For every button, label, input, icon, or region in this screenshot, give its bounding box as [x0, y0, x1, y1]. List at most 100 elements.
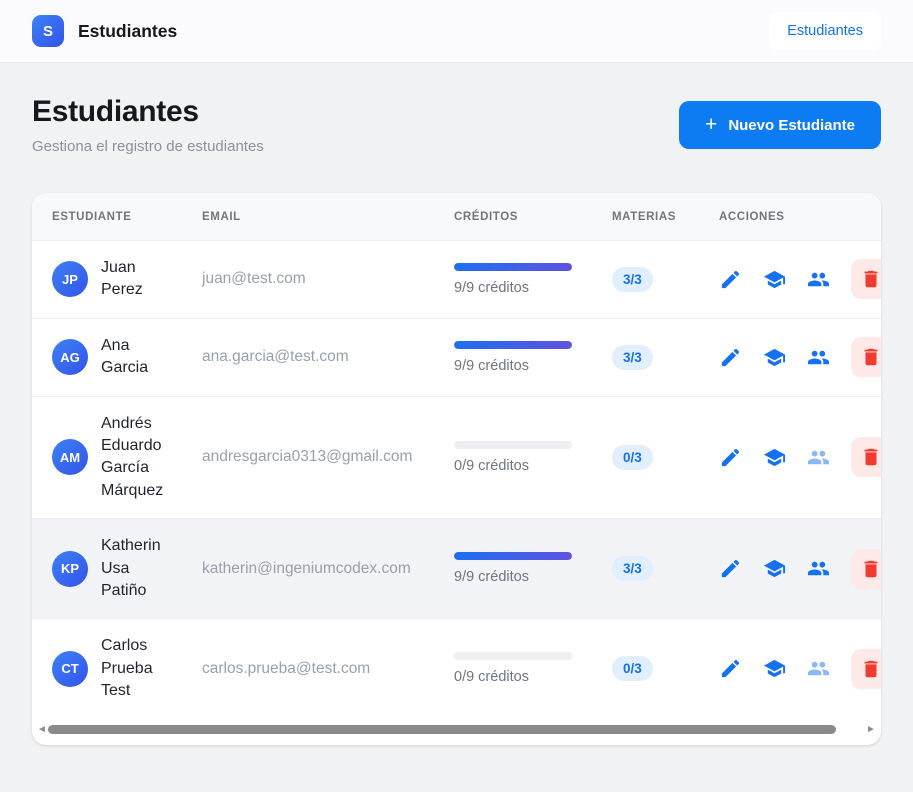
delete-student-button[interactable]	[851, 549, 881, 589]
student-cell: AG Ana Garcia	[32, 318, 202, 396]
email-cell: carlos.prueba@test.com	[202, 619, 454, 719]
edit-student-button[interactable]	[719, 268, 742, 291]
nav-estudiantes-button[interactable]: Estudiantes	[769, 12, 881, 50]
email-cell: juan@test.com	[202, 241, 454, 319]
student-avatar: CT	[52, 651, 88, 687]
delete-student-button[interactable]	[851, 649, 881, 689]
page-subtitle: Gestiona el registro de estudiantes	[32, 138, 264, 155]
email-cell: katherin@ingeniumcodex.com	[202, 519, 454, 619]
delete-student-button[interactable]	[851, 437, 881, 477]
column-header-materias: MATERIAS	[612, 193, 719, 241]
edit-student-button[interactable]	[719, 657, 742, 680]
new-student-button[interactable]: + Nuevo Estudiante	[679, 101, 881, 149]
graduation-cap-icon	[763, 557, 786, 580]
credits-cell: 0/9 créditos	[454, 396, 612, 519]
credits-cell: 9/9 créditos	[454, 519, 612, 619]
student-cell: AM Andrés Eduardo García Márquez	[32, 396, 202, 519]
materias-badge: 3/3	[612, 556, 653, 581]
student-email: andresgarcia0313@gmail.com	[202, 448, 412, 465]
groups-button[interactable]	[807, 268, 830, 291]
credits-label: 9/9 créditos	[454, 569, 604, 585]
graduation-cap-icon	[763, 346, 786, 369]
scroll-left-arrow-icon[interactable]: ◄	[36, 725, 48, 735]
trash-icon	[860, 446, 881, 468]
scroll-right-arrow-icon[interactable]: ►	[865, 725, 877, 735]
materias-badge: 3/3	[612, 345, 653, 370]
groups-button[interactable]	[807, 557, 830, 580]
delete-student-button[interactable]	[851, 259, 881, 299]
table-header: ESTUDIANTE EMAIL CRÉDITOS MATERIAS ACCIO…	[32, 193, 881, 241]
people-icon	[807, 268, 830, 291]
app-title: Estudiantes	[78, 21, 177, 42]
actions-cell	[719, 318, 881, 396]
column-header-email: EMAIL	[202, 193, 454, 241]
trash-icon	[860, 658, 881, 680]
people-icon	[807, 557, 830, 580]
student-avatar: JP	[52, 261, 88, 297]
groups-button[interactable]	[807, 657, 830, 680]
subjects-button[interactable]	[763, 268, 786, 291]
column-header-estudiante: ESTUDIANTE	[32, 193, 202, 241]
column-header-creditos: CRÉDITOS	[454, 193, 612, 241]
actions-cell	[719, 619, 881, 719]
page-header: Estudiantes Gestiona el registro de estu…	[32, 95, 881, 155]
credits-label: 0/9 créditos	[454, 669, 604, 685]
credits-progress-track	[454, 441, 572, 449]
materias-badge: 0/3	[612, 656, 653, 681]
main-content: Estudiantes Gestiona el registro de estu…	[0, 63, 913, 745]
pencil-icon	[719, 657, 742, 680]
student-name: Katherin Usa Patiño	[101, 535, 173, 602]
horizontal-scrollbar-track[interactable]	[48, 724, 865, 735]
delete-student-button[interactable]	[851, 337, 881, 377]
credits-label: 0/9 créditos	[454, 458, 604, 474]
credits-progress-track	[454, 263, 572, 271]
new-student-button-label: Nuevo Estudiante	[728, 117, 855, 134]
student-email: juan@test.com	[202, 270, 306, 287]
student-row: KP Katherin Usa Patiño katherin@ingenium…	[32, 519, 881, 619]
subjects-button[interactable]	[763, 657, 786, 680]
edit-student-button[interactable]	[719, 346, 742, 369]
materias-cell: 0/3	[612, 619, 719, 719]
subjects-button[interactable]	[763, 557, 786, 580]
actions-cell	[719, 241, 881, 319]
subjects-button[interactable]	[763, 346, 786, 369]
groups-button[interactable]	[807, 346, 830, 369]
student-cell: JP Juan Perez	[32, 241, 202, 319]
app-logo-icon: S	[32, 15, 64, 47]
horizontal-scrollbar-thumb[interactable]	[48, 725, 836, 734]
trash-icon	[860, 268, 881, 290]
student-email: carlos.prueba@test.com	[202, 660, 370, 677]
people-icon	[807, 446, 830, 469]
credits-label: 9/9 créditos	[454, 358, 604, 374]
edit-student-button[interactable]	[719, 557, 742, 580]
materias-badge: 3/3	[612, 267, 653, 292]
subjects-button[interactable]	[763, 446, 786, 469]
app-header: S Estudiantes Estudiantes	[0, 0, 913, 63]
people-icon	[807, 657, 830, 680]
materias-cell: 3/3	[612, 241, 719, 319]
pencil-icon	[719, 346, 742, 369]
student-avatar: AM	[52, 439, 88, 475]
students-table-body: JP Juan Perez juan@test.com 9/9 créditos…	[32, 241, 881, 719]
materias-cell: 0/3	[612, 396, 719, 519]
actions-cell	[719, 396, 881, 519]
student-email: ana.garcia@test.com	[202, 348, 349, 365]
horizontal-scrollbar: ◄ ►	[36, 722, 877, 737]
groups-button[interactable]	[807, 446, 830, 469]
actions-cell	[719, 519, 881, 619]
people-icon	[807, 346, 830, 369]
student-cell: KP Katherin Usa Patiño	[32, 519, 202, 619]
email-cell: ana.garcia@test.com	[202, 318, 454, 396]
trash-icon	[860, 558, 881, 580]
student-name: Juan Perez	[101, 257, 173, 302]
student-avatar: AG	[52, 339, 88, 375]
credits-cell: 0/9 créditos	[454, 619, 612, 719]
edit-student-button[interactable]	[719, 446, 742, 469]
column-header-acciones: ACCIONES	[719, 193, 881, 241]
credits-progress-track	[454, 341, 572, 349]
table-scroll-viewport: ESTUDIANTE EMAIL CRÉDITOS MATERIAS ACCIO…	[32, 193, 881, 718]
student-row: JP Juan Perez juan@test.com 9/9 créditos…	[32, 241, 881, 319]
student-row: AG Ana Garcia ana.garcia@test.com 9/9 cr…	[32, 318, 881, 396]
student-cell: CT Carlos Prueba Test	[32, 619, 202, 719]
pencil-icon	[719, 268, 742, 291]
